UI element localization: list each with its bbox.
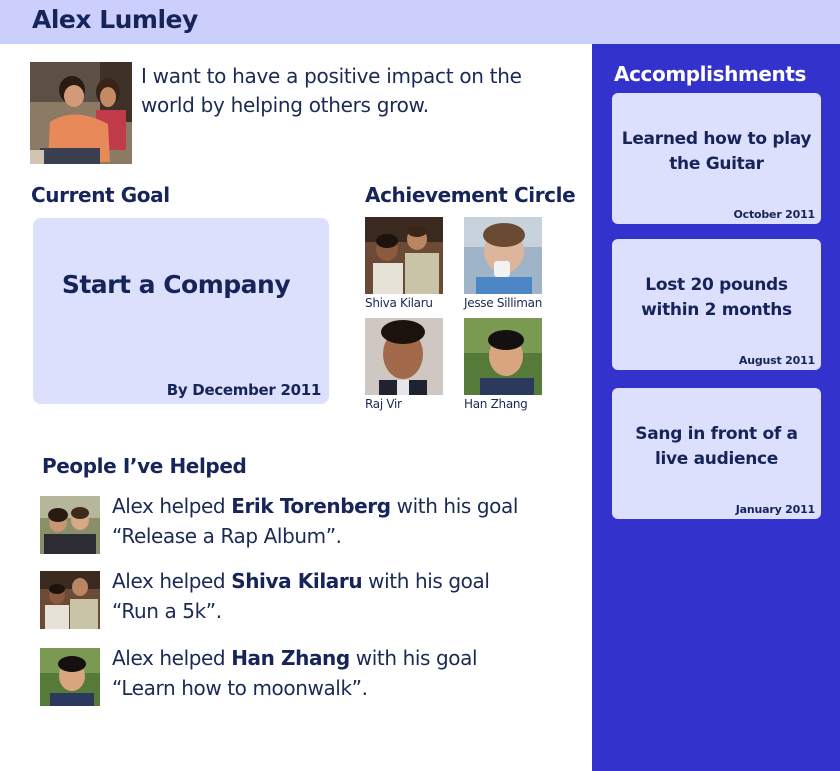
achievement-circle-heading: Achievement Circle: [365, 183, 576, 207]
helped-goal: “Run a 5k”.: [112, 599, 222, 623]
helped-goal: “Release a Rap Album”.: [112, 524, 342, 548]
member-name: Han Zhang: [464, 397, 528, 411]
helped-text: Alex helped Shiva Kilaru with his goal “R…: [112, 566, 552, 626]
accomplishment-text: Learned how to play the Guitar: [621, 129, 812, 174]
helped-prefix: Alex helped: [112, 646, 232, 670]
people-helped-heading: People I’ve Helped: [42, 454, 247, 478]
current-goal-heading: Current Goal: [31, 183, 170, 207]
accomplishment-card[interactable]: Learned how to play the Guitar October 2…: [612, 93, 821, 224]
accomplishment-date: January 2011: [735, 503, 815, 516]
member-photo: [365, 318, 443, 395]
member-name: Raj Vir: [365, 397, 402, 411]
helped-middle: with his goal: [349, 646, 478, 670]
member-photo: [464, 217, 542, 294]
accomplishment-date: August 2011: [738, 354, 815, 367]
helped-text: Alex helped Han Zhang with his goal “Lear…: [112, 643, 552, 703]
current-goal-text: Start a Company: [61, 270, 291, 299]
accomplishment-card[interactable]: Lost 20 pounds within 2 months August 20…: [612, 239, 821, 370]
member-photo: [365, 217, 443, 294]
helped-text: Alex helped Erik Torenberg with his goal…: [112, 491, 552, 551]
accomplishments-heading: Accomplishments: [614, 62, 807, 86]
profile-name: Alex Lumley: [32, 5, 198, 34]
current-goal-deadline: By December 2011: [166, 381, 322, 399]
current-goal-card[interactable]: Start a Company By December 2011: [33, 218, 329, 404]
helped-entry[interactable]: Alex helped Han Zhang with his goal “Lear…: [40, 643, 560, 706]
accomplishments-sidebar: Accomplishments Learned how to play the …: [592, 44, 840, 771]
helped-person-link[interactable]: Shiva Kilaru: [231, 569, 362, 593]
header-bar: Alex Lumley: [0, 0, 840, 44]
helped-goal: “Learn how to moonwalk”.: [112, 676, 368, 700]
helped-prefix: Alex helped: [112, 569, 232, 593]
member-photo: [464, 318, 542, 395]
helped-entry[interactable]: Alex helped Shiva Kilaru with his goal “R…: [40, 566, 560, 629]
accomplishment-text: Sang in front of a live audience: [635, 424, 798, 469]
helped-person-photo: [40, 571, 100, 629]
helped-entry[interactable]: Alex helped Erik Torenberg with his goal…: [40, 491, 560, 554]
accomplishment-card[interactable]: Sang in front of a live audience January…: [612, 388, 821, 519]
circle-member[interactable]: Raj Vir: [365, 318, 475, 411]
accomplishment-text: Lost 20 pounds within 2 months: [641, 275, 792, 320]
member-name: Jesse Silliman: [464, 296, 543, 310]
profile-bio: I want to have a positive impact on the …: [141, 64, 522, 117]
accomplishment-date: October 2011: [733, 208, 816, 221]
member-name: Shiva Kilaru: [365, 296, 433, 310]
helped-middle: with his goal: [362, 569, 490, 593]
helped-person-link[interactable]: Erik Torenberg: [231, 494, 391, 518]
helped-prefix: Alex helped: [112, 494, 232, 518]
helped-middle: with his goal: [390, 494, 519, 518]
helped-person-photo: [40, 648, 100, 706]
profile-avatar[interactable]: [30, 62, 132, 164]
circle-member[interactable]: Shiva Kilaru: [365, 217, 475, 310]
circle-member[interactable]: Jesse Silliman: [464, 217, 574, 310]
helped-person-link[interactable]: Han Zhang: [231, 646, 350, 670]
circle-member[interactable]: Han Zhang: [464, 318, 574, 411]
helped-person-photo: [40, 496, 100, 554]
